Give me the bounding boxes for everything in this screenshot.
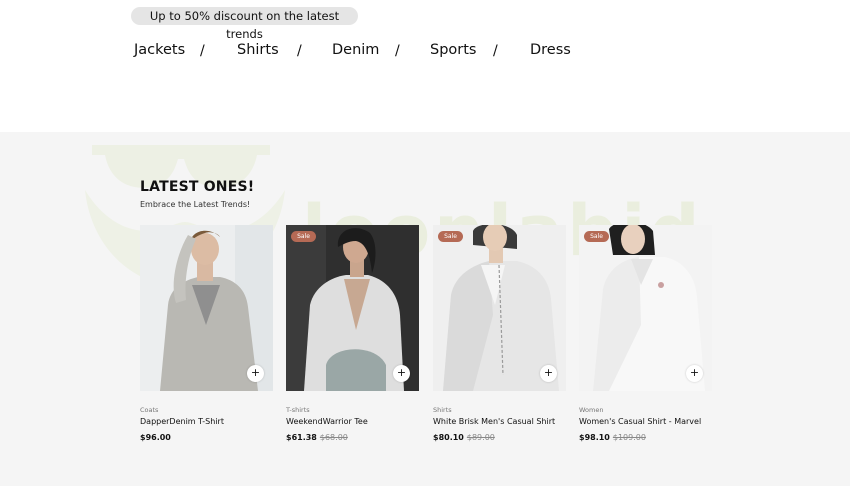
sale-badge: Sale [584, 231, 609, 242]
section-title: LATEST ONES! [140, 179, 255, 195]
category-nav: Jackets / Shirts / Denim / Sports / Dres… [0, 42, 850, 62]
product-card[interactable]: + Coats DapperDenim T-Shirt $96.00 [140, 225, 273, 442]
product-old-price: $68.00 [319, 433, 348, 442]
product-category: Women [579, 406, 604, 414]
category-separator: / [493, 43, 498, 59]
product-name[interactable]: DapperDenim T-Shirt [140, 417, 224, 426]
category-dress[interactable]: Dress [530, 42, 571, 58]
category-separator: / [395, 43, 400, 59]
product-image[interactable]: Sale + [286, 225, 419, 391]
category-shirts[interactable]: Shirts [237, 42, 279, 58]
product-category: Shirts [433, 406, 452, 414]
add-to-cart-button[interactable]: + [393, 365, 410, 382]
product-old-price: $89.00 [466, 433, 495, 442]
product-price: $80.10 $89.00 [433, 433, 495, 442]
product-image[interactable]: Sale + [579, 225, 712, 391]
product-price: $61.38 $68.00 [286, 433, 348, 442]
product-old-price: $109.00 [612, 433, 646, 442]
product-name[interactable]: White Brisk Men's Casual Shirt [433, 417, 555, 426]
product-name[interactable]: Women's Casual Shirt - Marvel [579, 417, 701, 426]
product-card[interactable]: Sale + Women Women's Casual Shirt - Marv… [579, 225, 712, 442]
product-price: $96.00 [140, 433, 171, 442]
section-subtitle: Embrace the Latest Trends! [140, 200, 251, 209]
sale-badge: Sale [438, 231, 463, 242]
add-to-cart-button[interactable]: + [540, 365, 557, 382]
category-separator: / [297, 43, 302, 59]
add-to-cart-button[interactable]: + [247, 365, 264, 382]
product-name[interactable]: WeekendWarrior Tee [286, 417, 368, 426]
product-card[interactable]: Sale + Shirts White Brisk Men's Casual S… [433, 225, 566, 442]
product-card[interactable]: Sale + T-shirts WeekendWarrior Tee $61.3… [286, 225, 419, 442]
category-separator: / [200, 43, 205, 59]
product-price: $98.10 $109.00 [579, 433, 646, 442]
sale-badge: Sale [291, 231, 316, 242]
add-to-cart-button[interactable]: + [686, 365, 703, 382]
product-category: Coats [140, 406, 159, 414]
category-jackets[interactable]: Jackets [134, 42, 185, 58]
product-image[interactable]: Sale + [433, 225, 566, 391]
category-sports[interactable]: Sports [430, 42, 476, 58]
category-denim[interactable]: Denim [332, 42, 379, 58]
latest-section: loonlabid LATEST ONES! Embrace the Lates… [0, 132, 850, 486]
promo-banner: Up to 50% discount on the latest trends [131, 7, 358, 41]
product-category: T-shirts [286, 406, 310, 414]
product-image[interactable]: + [140, 225, 273, 391]
